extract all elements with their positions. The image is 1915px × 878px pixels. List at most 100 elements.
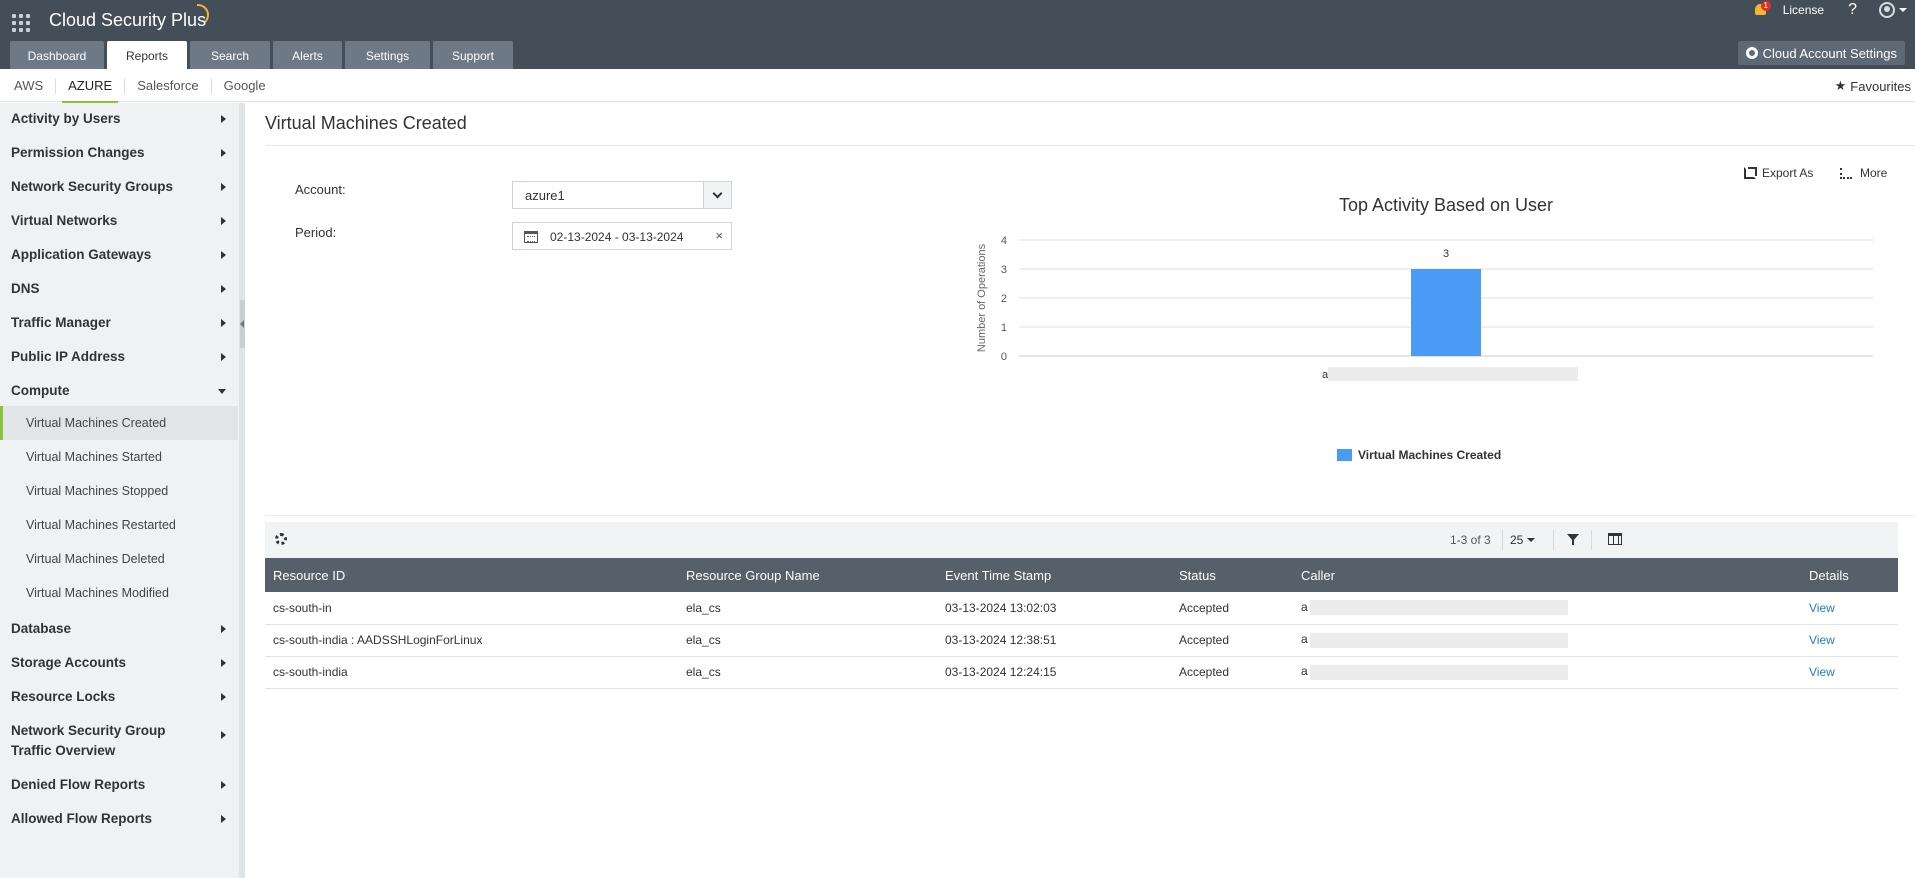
sidebar-item-label: Resource Locks bbox=[11, 689, 116, 704]
sidebar-item-label: Network Security Group Traffic Overview bbox=[11, 723, 166, 758]
redacted-block bbox=[1328, 367, 1578, 381]
sidebar-item-storage-accounts[interactable]: Storage Accounts bbox=[0, 653, 238, 673]
column-header-event-time-stamp[interactable]: Event Time Stamp bbox=[937, 558, 1171, 592]
sidebar-subitem-vm-stopped[interactable]: Virtual Machines Stopped bbox=[0, 474, 238, 508]
sidebar-subitem-vm-created[interactable]: Virtual Machines Created bbox=[0, 406, 238, 440]
sidebar-item-dns[interactable]: DNS bbox=[0, 279, 238, 299]
sidebar-item-traffic-manager[interactable]: Traffic Manager bbox=[0, 313, 238, 333]
sidebar-item-resource-locks[interactable]: Resource Locks bbox=[0, 687, 238, 707]
gear-icon bbox=[1745, 47, 1758, 59]
sidebar-item-virtual-networks[interactable]: Virtual Networks bbox=[0, 211, 238, 231]
caller-text: a bbox=[1301, 600, 1308, 615]
sidebar-item-label: Network Security Groups bbox=[11, 179, 174, 194]
favourites-button[interactable]: ★ Favourites bbox=[1835, 78, 1911, 94]
cell-resource-id: cs-south-india bbox=[265, 656, 678, 689]
tab-reports[interactable]: Reports bbox=[107, 41, 187, 69]
pager-text: 1-3 of 3 bbox=[1450, 533, 1491, 547]
column-chooser-icon[interactable] bbox=[1608, 533, 1622, 545]
star-icon: ★ bbox=[1834, 78, 1847, 93]
filter-icon[interactable] bbox=[1567, 534, 1579, 545]
user-avatar-icon[interactable] bbox=[1879, 2, 1895, 18]
subtab-azure[interactable]: AZURE bbox=[56, 77, 126, 104]
sidebar-item-application-gateways[interactable]: Application Gateways bbox=[0, 245, 238, 265]
chevron-right-icon bbox=[221, 285, 226, 293]
y-tick-label: 2 bbox=[1001, 293, 1007, 305]
cell-timestamp: 03-13-2024 12:24:15 bbox=[937, 656, 1171, 689]
help-icon[interactable]: ? bbox=[1848, 1, 1857, 19]
tab-settings[interactable]: Settings bbox=[345, 41, 430, 69]
cloud-account-settings-button[interactable]: Cloud Account Settings bbox=[1737, 41, 1905, 65]
column-header-resource-id[interactable]: Resource ID bbox=[265, 558, 678, 592]
report-content: Virtual Machines Created Account: azure1… bbox=[245, 103, 1915, 878]
sidebar-item-nsg-traffic-overview[interactable]: Network Security Group Traffic Overview bbox=[0, 721, 238, 761]
sidebar-item-label: Virtual Networks bbox=[11, 213, 118, 228]
sidebar-subitem-vm-modified[interactable]: Virtual Machines Modified bbox=[0, 576, 238, 610]
chevron-right-icon bbox=[221, 815, 226, 823]
cell-status: Accepted bbox=[1171, 624, 1293, 657]
sidebar-item-activity-by-users[interactable]: Activity by Users bbox=[0, 109, 238, 129]
notification-bell-icon[interactable]: 1 bbox=[1753, 1, 1771, 17]
favourites-label: Favourites bbox=[1850, 78, 1911, 94]
chevron-right-icon bbox=[221, 659, 226, 667]
divider bbox=[1502, 530, 1503, 550]
caller-text: a bbox=[1301, 632, 1308, 647]
sidebar-subitem-vm-restarted[interactable]: Virtual Machines Restarted bbox=[0, 508, 238, 542]
view-link[interactable]: View bbox=[1809, 665, 1835, 679]
table-settings-icon[interactable] bbox=[275, 533, 287, 545]
divider bbox=[1553, 530, 1554, 550]
redacted-block bbox=[1309, 600, 1568, 616]
chevron-down-icon bbox=[218, 389, 226, 394]
chevron-right-icon bbox=[221, 353, 226, 361]
chevron-right-icon bbox=[221, 251, 226, 259]
column-header-details[interactable]: Details bbox=[1801, 558, 1898, 592]
sidebar-item-permission-changes[interactable]: Permission Changes bbox=[0, 143, 238, 163]
column-header-caller[interactable]: Caller bbox=[1293, 558, 1801, 592]
cell-details: View bbox=[1801, 624, 1898, 657]
view-link[interactable]: View bbox=[1809, 633, 1835, 647]
tab-dashboard[interactable]: Dashboard bbox=[10, 41, 104, 69]
notification-count-badge: 1 bbox=[1760, 1, 1771, 11]
sidebar-item-label: Compute bbox=[11, 383, 70, 398]
bar bbox=[1411, 269, 1481, 356]
table-row: cs-south-in ela_cs 03-13-2024 13:02:03 A… bbox=[265, 592, 1898, 625]
sidebar-item-label: Denied Flow Reports bbox=[11, 777, 146, 792]
app-launcher-icon[interactable] bbox=[12, 14, 32, 34]
redacted-block bbox=[1309, 632, 1568, 648]
bar-chart: Top Activity Based on User Number of Oper… bbox=[976, 195, 1873, 381]
tab-search[interactable]: Search bbox=[190, 41, 270, 69]
tab-support[interactable]: Support bbox=[433, 41, 513, 69]
table-header-row: Resource ID Resource Group Name Event Ti… bbox=[265, 558, 1898, 592]
column-header-status[interactable]: Status bbox=[1171, 558, 1293, 592]
user-menu-caret-icon[interactable] bbox=[1899, 8, 1907, 12]
cell-status: Accepted bbox=[1171, 656, 1293, 689]
cell-resource-id: cs-south-india : AADSSHLoginForLinux bbox=[265, 624, 678, 657]
sidebar-item-label: Storage Accounts bbox=[11, 655, 127, 670]
sidebar-item-compute[interactable]: Compute bbox=[0, 381, 238, 401]
chart-legend-item[interactable]: Virtual Machines Created bbox=[1337, 448, 1501, 462]
table-row: cs-south-india ela_cs 03-13-2024 12:24:1… bbox=[265, 656, 1898, 689]
chevron-right-icon bbox=[221, 115, 226, 123]
header-utilities: 1 License ? bbox=[1753, 0, 1915, 20]
sidebar-item-network-security-groups[interactable]: Network Security Groups bbox=[0, 177, 238, 197]
view-link[interactable]: View bbox=[1809, 601, 1835, 615]
chevron-right-icon bbox=[221, 217, 226, 225]
license-link[interactable]: License bbox=[1783, 3, 1824, 17]
legend-label: Virtual Machines Created bbox=[1358, 448, 1502, 462]
column-header-resource-group-name[interactable]: Resource Group Name bbox=[678, 558, 937, 592]
sidebar-item-public-ip-address[interactable]: Public IP Address bbox=[0, 347, 238, 367]
sidebar-item-allowed-flow-reports[interactable]: Allowed Flow Reports bbox=[0, 809, 238, 829]
y-axis-label: Number of Operations bbox=[976, 243, 988, 352]
sidebar-item-denied-flow-reports[interactable]: Denied Flow Reports bbox=[0, 775, 238, 795]
subtab-salesforce[interactable]: Salesforce bbox=[125, 77, 212, 94]
sidebar-subitem-vm-started[interactable]: Virtual Machines Started bbox=[0, 440, 238, 474]
sidebar-item-database[interactable]: Database bbox=[0, 619, 238, 639]
cell-status: Accepted bbox=[1171, 592, 1293, 625]
chevron-right-icon bbox=[221, 183, 226, 191]
app-title: Cloud Security Plus bbox=[49, 10, 207, 30]
sidebar-subitem-vm-deleted[interactable]: Virtual Machines Deleted bbox=[0, 542, 238, 576]
page-size-select[interactable]: 25 bbox=[1510, 533, 1536, 547]
subtab-google[interactable]: Google bbox=[212, 78, 278, 94]
subtab-aws[interactable]: AWS bbox=[2, 77, 57, 94]
chevron-right-icon bbox=[221, 731, 226, 739]
tab-alerts[interactable]: Alerts bbox=[273, 41, 342, 69]
